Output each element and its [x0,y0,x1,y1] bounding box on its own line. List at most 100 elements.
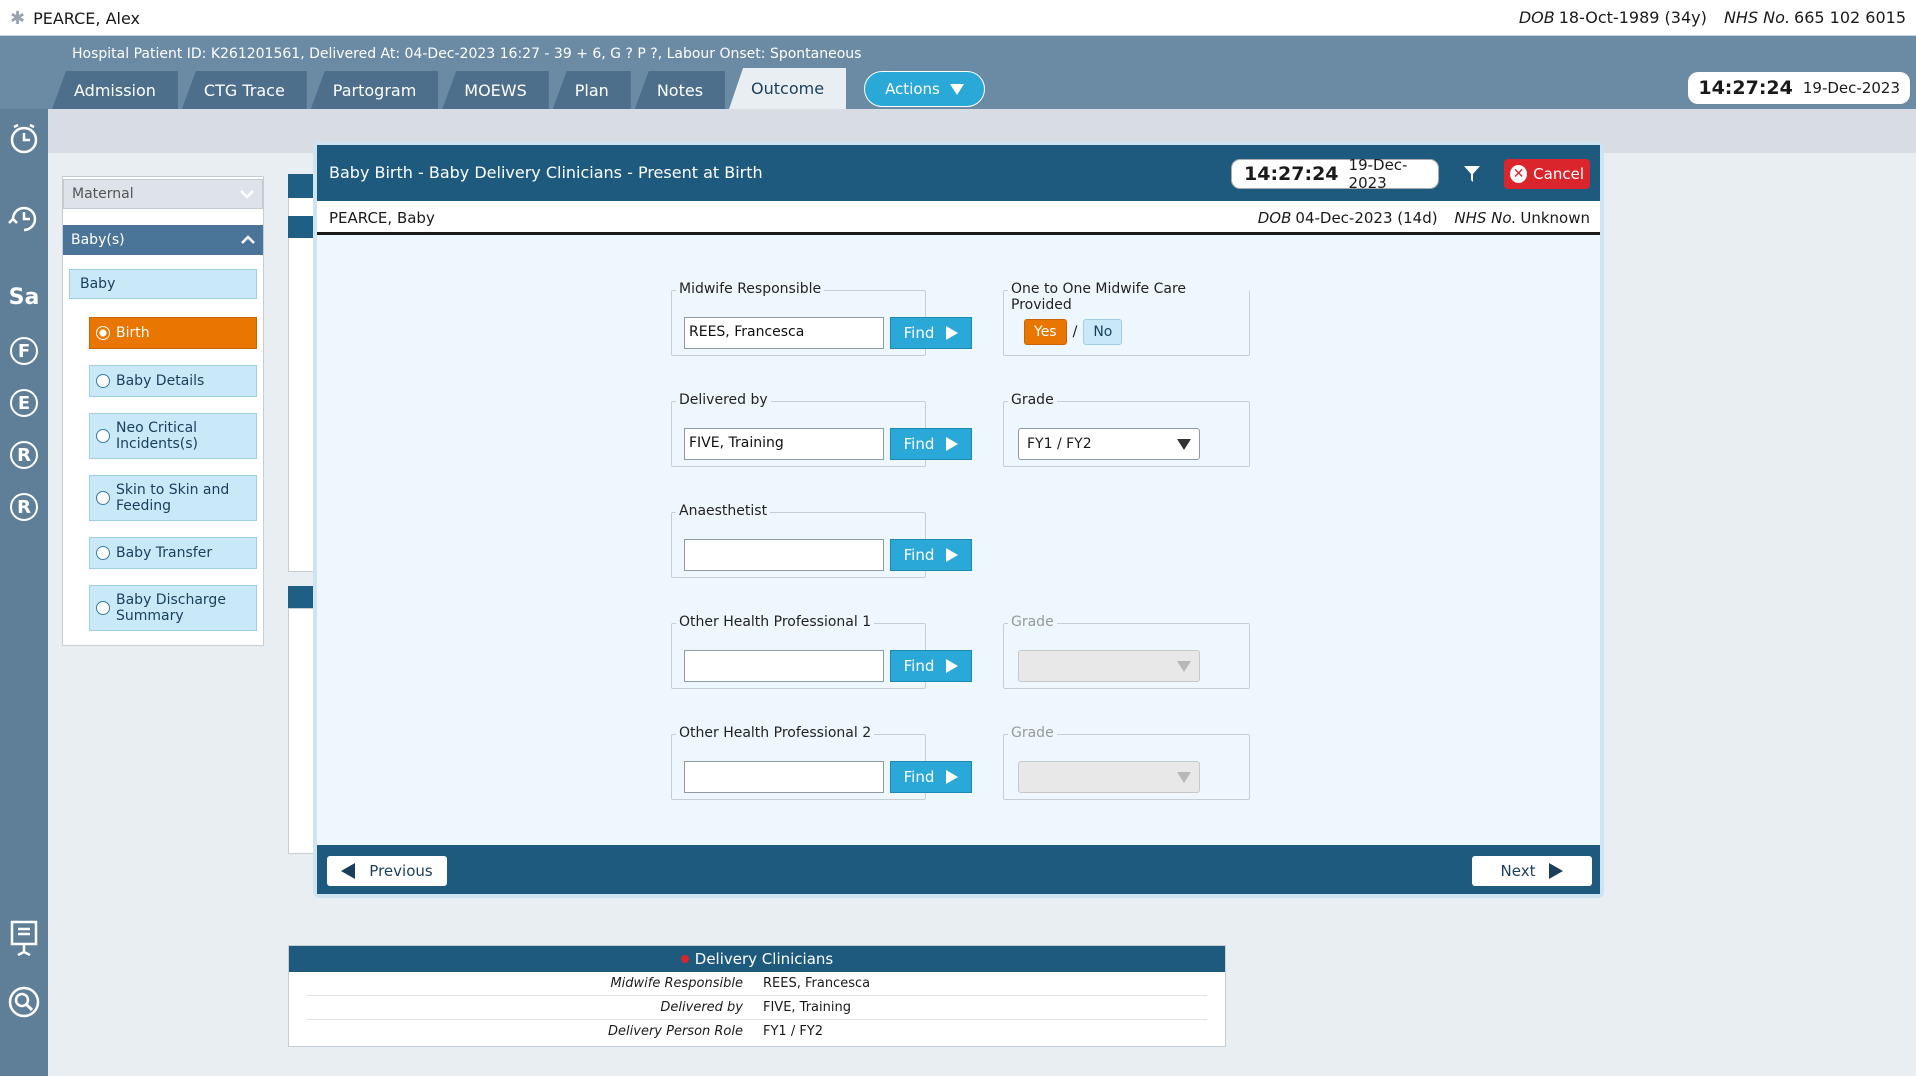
close-icon: ✕ [1510,165,1528,183]
play-arrow-icon [946,659,959,673]
left-rail: Sa F E R R [0,109,48,1076]
rail-r2: R [10,493,38,521]
summary-title: Delivery Clinicians [694,950,834,968]
rail-f-icon[interactable]: F [0,337,48,365]
grade-group: Grade FY1 / FY2 [1003,392,1250,467]
dropdown-caret-icon [1177,661,1191,672]
baby-banner: PEARCE, Baby DOB 04-Dec-2023 (14d) NHS No… [317,201,1600,235]
find-label: Find [903,768,935,786]
presentation-icon[interactable] [0,919,48,961]
find-label: Find [903,435,935,453]
tab-admission[interactable]: Admission [52,71,178,109]
radio-icon [96,546,110,560]
play-arrow-icon [946,548,959,562]
anaesthetist-input[interactable] [684,539,884,571]
timer-history-icon[interactable] [0,199,48,237]
patient-banner: ✱ PEARCE, Alex DOB 18-Oct-1989 (34y) NHS … [0,0,1916,36]
dialog-clock[interactable]: 14:27:24 19-Dec-2023 [1231,156,1439,192]
find-label: Find [903,324,935,342]
summary-row-label: Delivery Person Role [608,1024,743,1039]
rail-e: E [10,389,38,417]
radio-icon [96,429,110,443]
next-button[interactable]: Next [1472,856,1592,886]
nav-item-baby-discharge[interactable]: Baby Discharge Summary [89,585,257,631]
tab-notes[interactable]: Notes [634,71,726,109]
nav-item-skin-to-skin[interactable]: Skin to Skin and Feeding [89,475,257,521]
delivered-by-group: Delivered by FIVE, Training Find [671,392,972,467]
previous-button[interactable]: Previous [327,856,447,886]
grade-value: FY1 / FY2 [1027,436,1092,452]
delivered-by-input[interactable]: FIVE, Training [684,428,884,460]
dob-value: 18-Oct-1989 (34y) [1558,8,1707,27]
grade-legend: Grade [1008,392,1057,408]
other-professional-2-input[interactable] [684,761,884,793]
other-professional-1-group: Other Health Professional 1 Find [671,614,972,689]
other-professional-1-input[interactable] [684,650,884,682]
actions-label: Actions [885,80,940,98]
nav-item-birth[interactable]: Birth [89,317,257,349]
nav-babies[interactable]: Baby(s) [63,225,263,255]
yes-button[interactable]: Yes [1024,319,1067,345]
midwife-responsible-input[interactable]: REES, Francesca [684,317,884,349]
nhs-value: 665 102 6015 [1794,8,1906,27]
filter-icon[interactable] [1463,165,1481,183]
tab-outcome[interactable]: Outcome [729,68,847,109]
status-dot-icon [680,955,689,963]
app-header: Hospital Patient ID: K261201561, Deliver… [0,36,1916,109]
summary-row-value: REES, Francesca [763,976,871,991]
chevron-down-icon [240,190,254,199]
rail-r2-icon[interactable]: R [0,493,48,521]
other-professional-1-find-button[interactable]: Find [890,650,972,682]
summary-row: Delivery Person Role FY1 / FY2 [307,1020,1207,1044]
alarm-clock-icon[interactable] [0,121,48,159]
arrow-left-icon [341,863,356,879]
dialog-title: Baby Birth - Baby Delivery Clinicians - … [329,163,763,182]
search-icon[interactable] [0,985,48,1023]
summary-row: Midwife Responsible REES, Francesca [307,972,1207,996]
rail-e-icon[interactable]: E [0,389,48,417]
other-professional-2-find-button[interactable]: Find [890,761,972,793]
nav-item-label: Birth [116,325,150,341]
nhs-label: NHS No. [1723,8,1791,27]
dob-label: DOB [1518,8,1555,27]
midwife-find-button[interactable]: Find [890,317,972,349]
summary-row: Delivered by FIVE, Training [307,996,1207,1020]
one-to-one-legend: One to One Midwife Care Provided [1008,281,1249,313]
background-header-bar [288,586,316,608]
rail-r1-icon[interactable]: R [0,441,48,469]
nav-item-baby-transfer[interactable]: Baby Transfer [89,537,257,569]
nav-item-neo-critical[interactable]: Neo Critical Incidents(s) [89,413,257,459]
summary-row-value: FIVE, Training [763,1000,851,1015]
tab-partogram[interactable]: Partogram [310,71,439,109]
cancel-button[interactable]: ✕ Cancel [1504,159,1590,189]
find-label: Find [903,657,935,675]
tab-moews[interactable]: MOEWS [442,71,549,109]
radio-icon [96,491,110,505]
baby-dob-value: 04-Dec-2023 (14d) [1295,209,1438,227]
baby-nhs-label: NHS No. [1454,209,1517,227]
patient-name-area: ✱ PEARCE, Alex [10,8,140,29]
chevron-up-icon [241,235,255,244]
actions-button[interactable]: Actions [864,71,985,107]
tab-ctg-trace[interactable]: CTG Trace [181,71,307,109]
chevron-down-icon [949,83,964,95]
radio-selected-icon [96,326,110,340]
main-tabs: Admission CTG Trace Partogram MOEWS Plan… [52,68,985,109]
nav-item-label: Neo Critical Incidents(s) [116,420,198,452]
play-arrow-icon [946,770,959,784]
radio-icon [96,374,110,388]
rail-sa[interactable]: Sa [0,285,48,310]
nav-baby[interactable]: Baby [69,269,257,299]
baby-demographics: DOB 04-Dec-2023 (14d) NHS No. Unknown [1258,209,1590,227]
no-button[interactable]: No [1083,319,1123,345]
one-to-one-group: One to One Midwife Care Provided Yes / N… [1003,281,1250,356]
nav-maternal[interactable]: Maternal [63,179,263,209]
tab-plan[interactable]: Plan [552,71,631,109]
cancel-label: Cancel [1533,165,1584,183]
nav-item-baby-details[interactable]: Baby Details [89,365,257,397]
grade-2-group: Grade [1003,614,1250,689]
anaesthetist-find-button[interactable]: Find [890,539,972,571]
anaesthetist-legend: Anaesthetist [676,503,771,519]
delivered-by-find-button[interactable]: Find [890,428,972,460]
grade-select[interactable]: FY1 / FY2 [1018,428,1200,460]
